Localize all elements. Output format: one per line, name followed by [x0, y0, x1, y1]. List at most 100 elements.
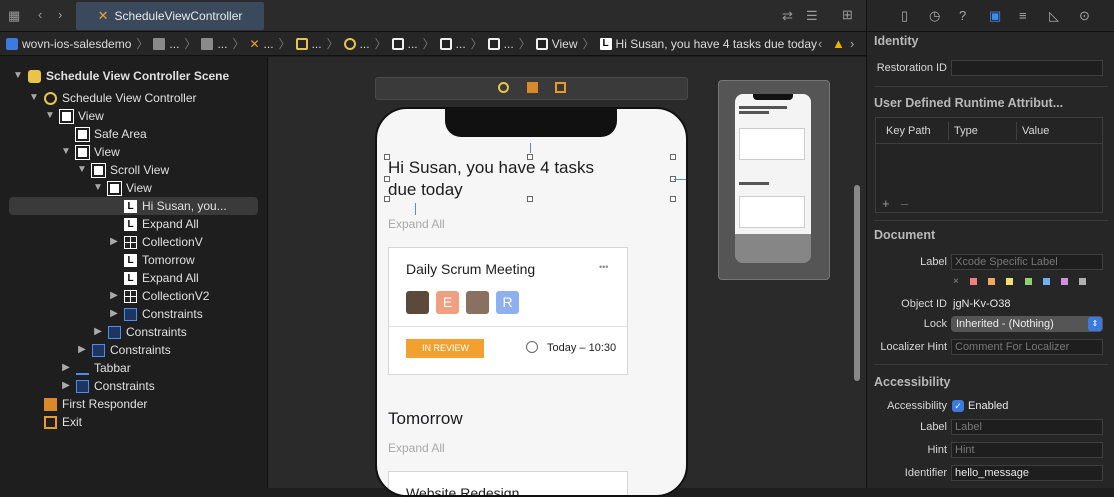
chevron-right-icon[interactable]: ▶	[76, 341, 88, 359]
outline-item-greeting-label[interactable]: L Hi Susan, you...	[9, 197, 258, 215]
color-swatch[interactable]	[1025, 278, 1032, 285]
resize-handle[interactable]	[527, 154, 533, 160]
outline-item-tomorrow[interactable]: L Tomorrow	[108, 251, 195, 269]
breadcrumb-view-1[interactable]: ... 〉	[391, 35, 440, 52]
breadcrumb-project[interactable]: wovn-ios-salesdemo 〉	[6, 35, 153, 52]
outline-item-constraints[interactable]: ▶ Constraints	[108, 305, 203, 323]
outline-item-expand-all[interactable]: L Expand All	[108, 215, 199, 233]
chevron-down-icon[interactable]: ▼	[60, 143, 72, 161]
file-icon[interactable]: ▯	[901, 8, 908, 24]
back-icon[interactable]: ‹	[38, 7, 42, 22]
outline-item-collection-view-2[interactable]: ▶ CollectionV2	[108, 287, 209, 305]
chevron-down-icon[interactable]: ▼	[92, 179, 104, 197]
resize-handle[interactable]	[670, 154, 676, 160]
outline-item-view[interactable]: ▼ View	[60, 143, 120, 161]
swap-icon[interactable]: ⇄	[782, 8, 793, 24]
size-ruler-icon[interactable]: ◺	[1049, 8, 1059, 24]
color-swatch[interactable]	[1079, 278, 1086, 285]
outline-item-controller[interactable]: ▼ Schedule View Controller	[28, 89, 196, 107]
accessibility-label-field[interactable]: Label	[951, 419, 1103, 435]
outline-item-view[interactable]: ▼ View	[92, 179, 152, 197]
attributes-icon[interactable]: ≡	[1019, 8, 1027, 23]
breadcrumb-folder-1[interactable]: ... 〉	[153, 35, 201, 52]
runtime-attributes-table[interactable]: Key Path Type Value + –	[875, 117, 1103, 213]
identifier-field[interactable]: hello_message	[951, 465, 1103, 481]
outline-item-expand-all-2[interactable]: L Expand All	[108, 269, 199, 287]
issue-prev-icon[interactable]: ‹	[818, 36, 822, 51]
breadcrumb-storyboard[interactable]: ✕... 〉	[249, 35, 295, 52]
cube-icon[interactable]	[527, 82, 538, 93]
chevron-right-icon[interactable]: ▶	[60, 377, 72, 395]
chevron-down-icon[interactable]: ▼	[76, 161, 88, 179]
color-swatch[interactable]	[1006, 278, 1013, 285]
lock-select[interactable]: Inherited - (Nothing) ⇕	[951, 316, 1103, 332]
outline-item-first-responder[interactable]: First Responder	[28, 395, 147, 413]
outline-item-safe-area[interactable]: Safe Area	[60, 125, 147, 143]
outline-item-constraints[interactable]: ▶ Constraints	[76, 341, 171, 359]
chevron-right-icon[interactable]: ▶	[108, 305, 120, 323]
history-icon[interactable]: ◷	[929, 8, 940, 24]
identity-inspector-icon[interactable]: ▣	[989, 8, 1001, 24]
outline-item-exit[interactable]: Exit	[28, 413, 82, 431]
resize-handle[interactable]	[527, 196, 533, 202]
breadcrumb-scroll-view[interactable]: ... 〉	[487, 35, 536, 52]
storyboard-canvas[interactable]: Hi Susan, you have 4 tasks due today Exp…	[268, 57, 866, 497]
outline-item-scroll-view[interactable]: ▼ Scroll View	[76, 161, 169, 179]
breadcrumb-folder-2[interactable]: ... 〉	[201, 35, 249, 52]
clear-color-button[interactable]: ×	[953, 276, 959, 287]
chevron-down-icon[interactable]: ▼	[12, 67, 24, 85]
chevron-right-icon[interactable]: ▶	[108, 233, 120, 251]
add-editor-icon[interactable]: ⊞	[842, 7, 853, 23]
chevron-down-icon[interactable]: ▼	[44, 107, 56, 125]
chevron-right-icon[interactable]: ▶	[60, 359, 72, 377]
breadcrumb-controller[interactable]: ... 〉	[343, 35, 392, 52]
warning-icon[interactable]: ▲	[832, 36, 845, 51]
resize-handle[interactable]	[670, 196, 676, 202]
localizer-hint-field[interactable]: Comment For Localizer	[951, 339, 1103, 355]
tab-schedule-view-controller[interactable]: ✕ ScheduleViewController	[76, 2, 264, 30]
document-label-field[interactable]: Xcode Specific Label	[951, 254, 1103, 270]
expand-all-button[interactable]: Expand All	[388, 217, 445, 231]
chevron-right-icon[interactable]: ▶	[108, 287, 120, 305]
restoration-id-field[interactable]	[951, 60, 1103, 76]
hint-field[interactable]: Hint	[951, 442, 1103, 458]
help-icon[interactable]: ?	[959, 8, 966, 23]
color-swatch[interactable]	[988, 278, 995, 285]
outline-item-tabbar[interactable]: ▶ Tabbar	[60, 359, 131, 377]
color-swatch[interactable]	[1043, 278, 1050, 285]
breadcrumb-view-3[interactable]: View 〉	[535, 35, 600, 52]
chevron-right-icon[interactable]: ▶	[92, 323, 104, 341]
connections-icon[interactable]: ⊙	[1079, 8, 1090, 24]
issue-next-icon[interactable]: ›	[850, 36, 854, 51]
more-icon[interactable]: •••	[599, 262, 608, 272]
chevron-down-icon[interactable]: ▼	[28, 89, 40, 107]
resize-handle[interactable]	[384, 176, 390, 182]
exit-icon[interactable]	[555, 82, 566, 93]
canvas-scrollbar[interactable]	[854, 185, 860, 381]
scene-minimap[interactable]	[718, 80, 830, 280]
forward-icon[interactable]: ›	[58, 7, 62, 22]
outline-item-constraints[interactable]: ▶ Constraints	[60, 377, 155, 395]
task-card[interactable]: Website Redesign	[388, 471, 628, 495]
view-controller-icon[interactable]	[498, 82, 509, 93]
greeting-label[interactable]: Hi Susan, you have 4 tasks due today	[388, 157, 618, 201]
add-attribute-button[interactable]: +	[882, 196, 890, 211]
editor-options-icon[interactable]: ☰	[806, 8, 818, 24]
task-card[interactable]: Daily Scrum Meeting ••• E R IN REVIEW To…	[388, 247, 628, 375]
column-type[interactable]: Type	[954, 125, 978, 137]
resize-handle[interactable]	[384, 154, 390, 160]
color-swatch[interactable]	[1061, 278, 1068, 285]
outline-item-collection-view[interactable]: ▶ CollectionV	[108, 233, 203, 251]
column-key-path[interactable]: Key Path	[886, 125, 931, 137]
accessibility-enabled-checkbox[interactable]: ✓	[952, 400, 964, 412]
column-value[interactable]: Value	[1022, 125, 1049, 137]
breadcrumb-scene[interactable]: ... 〉	[295, 35, 344, 52]
breadcrumb-view-2[interactable]: ... 〉	[439, 35, 488, 52]
outline-item-scene[interactable]: ▼ Schedule View Controller Scene	[12, 67, 229, 85]
breadcrumb-label[interactable]: L Hi Susan, you have 4 tasks due today	[599, 37, 817, 51]
color-swatch[interactable]	[970, 278, 977, 285]
grid-icon[interactable]: ▦	[8, 8, 20, 24]
expand-all-button-2[interactable]: Expand All	[388, 441, 445, 455]
resize-handle[interactable]	[384, 196, 390, 202]
outline-item-constraints[interactable]: ▶ Constraints	[92, 323, 187, 341]
